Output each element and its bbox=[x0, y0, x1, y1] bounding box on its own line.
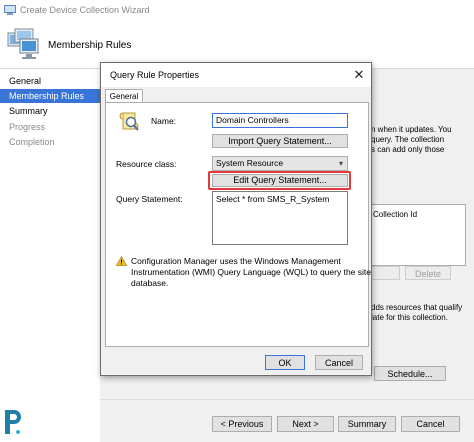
wizard-cancel-button[interactable]: Cancel bbox=[401, 416, 460, 432]
query-rule-properties-dialog: Query Rule Properties ✕ General Name: Do… bbox=[100, 62, 372, 376]
wizard-header-title: Membership Rules bbox=[48, 40, 132, 51]
name-label: Name: bbox=[151, 116, 177, 126]
delete-rule-button: Delete bbox=[405, 266, 451, 280]
schedule-button[interactable]: Schedule... bbox=[374, 366, 446, 381]
query-scroll-icon bbox=[119, 112, 139, 131]
summary-button[interactable]: Summary bbox=[338, 416, 396, 432]
resource-class-label: Resource class: bbox=[116, 159, 177, 169]
query-statement-field[interactable]: Select * from SMS_R_System bbox=[212, 191, 348, 245]
nav-item-progress: Progress bbox=[9, 122, 46, 132]
previous-button[interactable]: < Previous bbox=[212, 416, 272, 432]
nav-item-general[interactable]: General bbox=[0, 74, 100, 88]
app-icon bbox=[4, 5, 16, 15]
dialog-title: Query Rule Properties bbox=[110, 70, 200, 80]
edit-rule-button bbox=[370, 266, 400, 280]
resource-class-select[interactable]: System Resource ▾ bbox=[212, 156, 348, 171]
ok-button[interactable]: OK bbox=[265, 355, 305, 370]
close-icon[interactable]: ✕ bbox=[350, 66, 368, 84]
background-text-line3: s can add only those bbox=[371, 145, 445, 154]
edit-button-highlight bbox=[208, 171, 351, 190]
wizard-nav: General Membership Rules Summary Progres… bbox=[0, 69, 100, 441]
warning-icon bbox=[116, 256, 127, 266]
prajwal-logo-icon bbox=[5, 410, 21, 434]
next-button[interactable]: Next > bbox=[277, 416, 334, 432]
tab-general[interactable]: General bbox=[105, 89, 143, 103]
query-statement-label: Query Statement: bbox=[116, 194, 183, 204]
list-column-header: Collection Id bbox=[373, 210, 418, 219]
nav-item-summary[interactable]: Summary bbox=[0, 104, 100, 118]
background-text-line1: n when it updates. You bbox=[371, 125, 452, 134]
wizard-title: Create Device Collection Wizard bbox=[20, 5, 150, 15]
import-query-statement-button[interactable]: Import Query Statement... bbox=[212, 134, 348, 148]
nav-item-membership-rules[interactable]: Membership Rules bbox=[0, 89, 100, 103]
nav-item-completion: Completion bbox=[9, 137, 55, 147]
name-field[interactable]: Domain Controllers bbox=[212, 113, 348, 128]
dropdown-arrow-icon: ▾ bbox=[338, 159, 343, 168]
background-text-line4: dds resources that qualify bbox=[371, 303, 463, 312]
background-text-line5: late for this collection. bbox=[371, 313, 448, 322]
resource-class-value: System Resource bbox=[216, 158, 284, 168]
general-tab-panel: Name: Domain Controllers Import Query St… bbox=[105, 102, 371, 347]
computer-stack-icon bbox=[7, 28, 39, 59]
dialog-cancel-button[interactable]: Cancel bbox=[315, 355, 363, 370]
background-text-line2: query. The collection bbox=[371, 135, 445, 144]
membership-rules-list[interactable]: Collection Id bbox=[369, 204, 466, 266]
warning-text-line1: Configuration Manager uses the Windows M… bbox=[131, 256, 341, 266]
warning-text-line2: Instrumentation (WMI) Query Language (WQ… bbox=[131, 267, 371, 277]
warning-text-line3: database. bbox=[131, 278, 169, 288]
